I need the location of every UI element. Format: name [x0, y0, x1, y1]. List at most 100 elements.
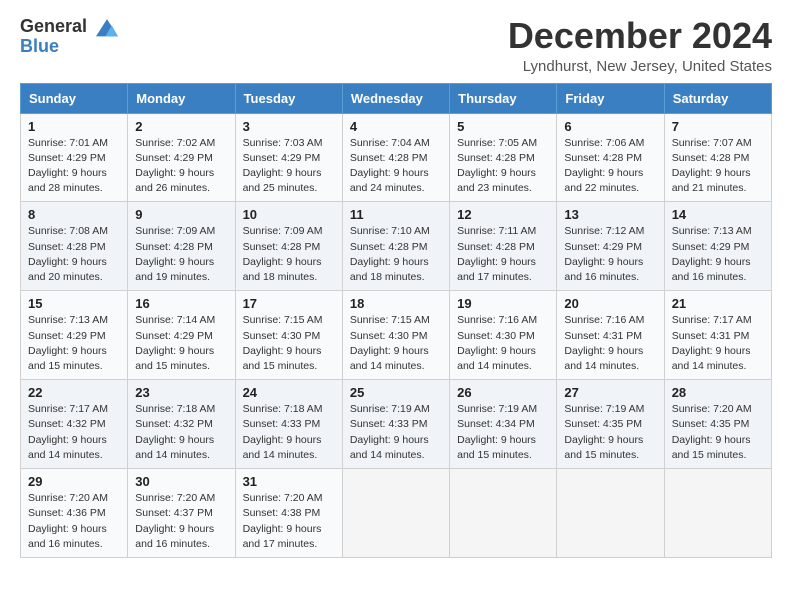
table-cell: 2 Sunrise: 7:02 AM Sunset: 4:29 PM Dayli… [128, 113, 235, 202]
day-info: Sunrise: 7:03 AM Sunset: 4:29 PM Dayligh… [243, 136, 335, 197]
day-info: Sunrise: 7:13 AM Sunset: 4:29 PM Dayligh… [28, 313, 120, 374]
day-number: 11 [350, 207, 442, 222]
table-cell: 27 Sunrise: 7:19 AM Sunset: 4:35 PM Dayl… [557, 380, 664, 469]
day-info: Sunrise: 7:20 AM Sunset: 4:37 PM Dayligh… [135, 491, 227, 552]
table-cell: 21 Sunrise: 7:17 AM Sunset: 4:31 PM Dayl… [664, 291, 771, 380]
month-title: December 2024 [508, 16, 772, 56]
table-cell [557, 469, 664, 558]
day-number: 9 [135, 207, 227, 222]
day-info: Sunrise: 7:18 AM Sunset: 4:32 PM Dayligh… [135, 402, 227, 463]
day-number: 3 [243, 119, 335, 134]
col-thursday: Thursday [450, 83, 557, 113]
logo-icon [94, 16, 120, 38]
table-cell: 15 Sunrise: 7:13 AM Sunset: 4:29 PM Dayl… [21, 291, 128, 380]
header: General Blue December 2024 Lyndhurst, Ne… [20, 16, 772, 75]
page: General Blue December 2024 Lyndhurst, Ne… [0, 0, 792, 612]
day-number: 20 [564, 296, 656, 311]
logo-text: General [20, 16, 120, 38]
col-wednesday: Wednesday [342, 83, 449, 113]
day-number: 23 [135, 385, 227, 400]
day-number: 31 [243, 474, 335, 489]
col-tuesday: Tuesday [235, 83, 342, 113]
day-info: Sunrise: 7:11 AM Sunset: 4:28 PM Dayligh… [457, 224, 549, 285]
table-cell: 7 Sunrise: 7:07 AM Sunset: 4:28 PM Dayli… [664, 113, 771, 202]
day-number: 18 [350, 296, 442, 311]
day-number: 8 [28, 207, 120, 222]
day-info: Sunrise: 7:05 AM Sunset: 4:28 PM Dayligh… [457, 136, 549, 197]
title-block: December 2024 Lyndhurst, New Jersey, Uni… [508, 16, 772, 75]
table-cell: 13 Sunrise: 7:12 AM Sunset: 4:29 PM Dayl… [557, 202, 664, 291]
day-number: 12 [457, 207, 549, 222]
day-info: Sunrise: 7:16 AM Sunset: 4:31 PM Dayligh… [564, 313, 656, 374]
table-cell [664, 469, 771, 558]
day-info: Sunrise: 7:07 AM Sunset: 4:28 PM Dayligh… [672, 136, 764, 197]
logo-blue: Blue [20, 36, 120, 57]
day-info: Sunrise: 7:01 AM Sunset: 4:29 PM Dayligh… [28, 136, 120, 197]
day-number: 5 [457, 119, 549, 134]
location: Lyndhurst, New Jersey, United States [508, 58, 772, 75]
table-cell: 11 Sunrise: 7:10 AM Sunset: 4:28 PM Dayl… [342, 202, 449, 291]
day-info: Sunrise: 7:15 AM Sunset: 4:30 PM Dayligh… [243, 313, 335, 374]
table-cell: 31 Sunrise: 7:20 AM Sunset: 4:38 PM Dayl… [235, 469, 342, 558]
table-cell: 6 Sunrise: 7:06 AM Sunset: 4:28 PM Dayli… [557, 113, 664, 202]
day-number: 10 [243, 207, 335, 222]
table-cell: 28 Sunrise: 7:20 AM Sunset: 4:35 PM Dayl… [664, 380, 771, 469]
day-number: 27 [564, 385, 656, 400]
day-number: 19 [457, 296, 549, 311]
col-sunday: Sunday [21, 83, 128, 113]
day-info: Sunrise: 7:10 AM Sunset: 4:28 PM Dayligh… [350, 224, 442, 285]
day-number: 13 [564, 207, 656, 222]
table-cell: 22 Sunrise: 7:17 AM Sunset: 4:32 PM Dayl… [21, 380, 128, 469]
table-cell: 18 Sunrise: 7:15 AM Sunset: 4:30 PM Dayl… [342, 291, 449, 380]
table-cell: 14 Sunrise: 7:13 AM Sunset: 4:29 PM Dayl… [664, 202, 771, 291]
day-info: Sunrise: 7:17 AM Sunset: 4:31 PM Dayligh… [672, 313, 764, 374]
day-number: 25 [350, 385, 442, 400]
day-info: Sunrise: 7:09 AM Sunset: 4:28 PM Dayligh… [243, 224, 335, 285]
day-number: 22 [28, 385, 120, 400]
table-cell: 24 Sunrise: 7:18 AM Sunset: 4:33 PM Dayl… [235, 380, 342, 469]
col-monday: Monday [128, 83, 235, 113]
table-cell: 16 Sunrise: 7:14 AM Sunset: 4:29 PM Dayl… [128, 291, 235, 380]
table-cell: 20 Sunrise: 7:16 AM Sunset: 4:31 PM Dayl… [557, 291, 664, 380]
day-info: Sunrise: 7:16 AM Sunset: 4:30 PM Dayligh… [457, 313, 549, 374]
day-number: 16 [135, 296, 227, 311]
table-cell: 8 Sunrise: 7:08 AM Sunset: 4:28 PM Dayli… [21, 202, 128, 291]
table-cell: 10 Sunrise: 7:09 AM Sunset: 4:28 PM Dayl… [235, 202, 342, 291]
table-cell: 4 Sunrise: 7:04 AM Sunset: 4:28 PM Dayli… [342, 113, 449, 202]
col-friday: Friday [557, 83, 664, 113]
day-info: Sunrise: 7:19 AM Sunset: 4:33 PM Dayligh… [350, 402, 442, 463]
day-info: Sunrise: 7:06 AM Sunset: 4:28 PM Dayligh… [564, 136, 656, 197]
day-number: 29 [28, 474, 120, 489]
day-info: Sunrise: 7:18 AM Sunset: 4:33 PM Dayligh… [243, 402, 335, 463]
day-number: 14 [672, 207, 764, 222]
day-info: Sunrise: 7:14 AM Sunset: 4:29 PM Dayligh… [135, 313, 227, 374]
day-info: Sunrise: 7:12 AM Sunset: 4:29 PM Dayligh… [564, 224, 656, 285]
table-cell: 29 Sunrise: 7:20 AM Sunset: 4:36 PM Dayl… [21, 469, 128, 558]
day-number: 30 [135, 474, 227, 489]
day-info: Sunrise: 7:20 AM Sunset: 4:36 PM Dayligh… [28, 491, 120, 552]
table-cell: 9 Sunrise: 7:09 AM Sunset: 4:28 PM Dayli… [128, 202, 235, 291]
table-cell: 23 Sunrise: 7:18 AM Sunset: 4:32 PM Dayl… [128, 380, 235, 469]
day-number: 15 [28, 296, 120, 311]
day-number: 17 [243, 296, 335, 311]
table-cell: 26 Sunrise: 7:19 AM Sunset: 4:34 PM Dayl… [450, 380, 557, 469]
table-cell: 19 Sunrise: 7:16 AM Sunset: 4:30 PM Dayl… [450, 291, 557, 380]
day-number: 28 [672, 385, 764, 400]
day-number: 24 [243, 385, 335, 400]
day-info: Sunrise: 7:20 AM Sunset: 4:35 PM Dayligh… [672, 402, 764, 463]
table-cell: 30 Sunrise: 7:20 AM Sunset: 4:37 PM Dayl… [128, 469, 235, 558]
day-number: 4 [350, 119, 442, 134]
day-number: 1 [28, 119, 120, 134]
table-cell [342, 469, 449, 558]
day-info: Sunrise: 7:08 AM Sunset: 4:28 PM Dayligh… [28, 224, 120, 285]
table-cell: 12 Sunrise: 7:11 AM Sunset: 4:28 PM Dayl… [450, 202, 557, 291]
day-info: Sunrise: 7:19 AM Sunset: 4:34 PM Dayligh… [457, 402, 549, 463]
table-cell [450, 469, 557, 558]
table-cell: 1 Sunrise: 7:01 AM Sunset: 4:29 PM Dayli… [21, 113, 128, 202]
col-saturday: Saturday [664, 83, 771, 113]
day-info: Sunrise: 7:09 AM Sunset: 4:28 PM Dayligh… [135, 224, 227, 285]
day-info: Sunrise: 7:17 AM Sunset: 4:32 PM Dayligh… [28, 402, 120, 463]
header-row: Sunday Monday Tuesday Wednesday Thursday… [21, 83, 772, 113]
table-cell: 25 Sunrise: 7:19 AM Sunset: 4:33 PM Dayl… [342, 380, 449, 469]
day-info: Sunrise: 7:15 AM Sunset: 4:30 PM Dayligh… [350, 313, 442, 374]
